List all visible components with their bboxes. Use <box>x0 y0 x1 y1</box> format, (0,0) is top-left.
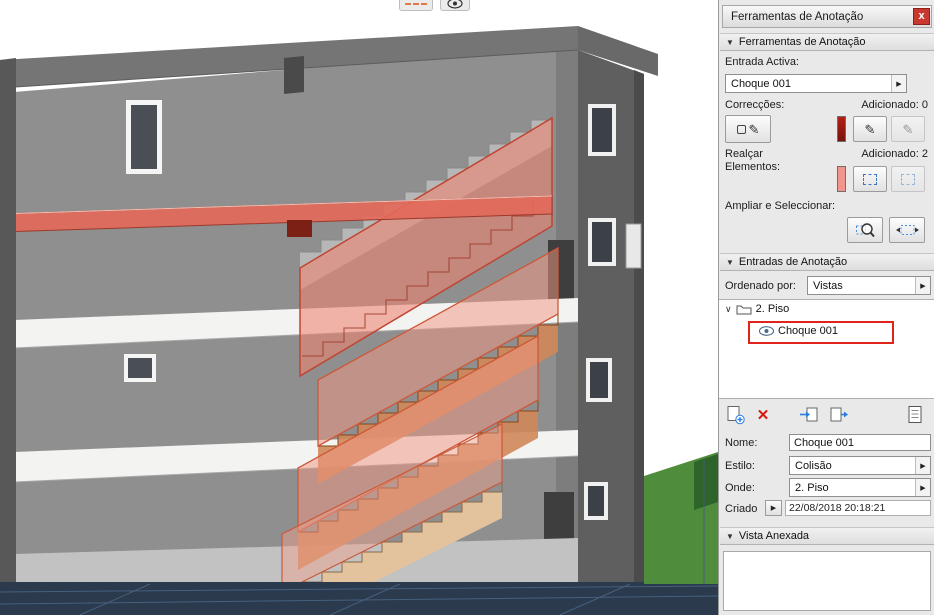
new-entry-button[interactable] <box>723 404 747 426</box>
annotation-tools-palette: Ferramentas de Anotação x ▼ Ferramentas … <box>718 0 934 615</box>
name-label: Nome: <box>725 437 758 449</box>
zoom-to-elements-button[interactable] <box>847 217 883 243</box>
marquee-icon <box>901 173 915 185</box>
where-dropdown[interactable]: 2. Piso ▶ <box>789 478 931 497</box>
magnifier-icon <box>855 222 875 237</box>
active-entry-dropdown[interactable]: Choque 001 ▶ <box>725 74 907 93</box>
section-header-entries-label: Entradas de Anotação <box>738 256 848 268</box>
highlight-marquee-alt-button[interactable] <box>891 166 925 192</box>
section-header-tools-label: Ferramentas de Anotação <box>738 36 866 48</box>
style-value: Colisão <box>795 460 832 472</box>
zoom-select-label: Ampliar e Seleccionar: <box>725 200 836 212</box>
collapse-triangle-icon: ▼ <box>726 37 734 47</box>
dashed-linetype-button[interactable] <box>399 0 433 11</box>
close-icon: x <box>918 10 925 22</box>
section-header-tools[interactable]: ▼ Ferramentas de Anotação <box>720 33 934 51</box>
eye-icon <box>447 0 463 9</box>
corrections-label: Correcções: <box>725 99 785 111</box>
tree-item-entry[interactable]: Choque 001 <box>759 325 838 337</box>
created-value: 22/08/2018 20:18:21 <box>785 500 931 516</box>
delete-icon: ✕ <box>756 406 770 424</box>
highlight-marquee-button[interactable] <box>853 166 887 192</box>
export-entries-button[interactable] <box>827 404 851 426</box>
palette-titlebar[interactable]: Ferramentas de Anotação <box>722 5 932 28</box>
tree-item-floor-label: 2. Piso <box>755 303 790 315</box>
created-popup-button[interactable]: ▶ <box>765 500 782 516</box>
entry-report-button[interactable] <box>903 404 927 426</box>
highlight-label-line2: Elementos: <box>725 161 781 173</box>
popup-arrow-icon: ▶ <box>891 75 906 92</box>
highlight-added-count: Adicionado: 2 <box>861 148 928 160</box>
shape-icon <box>736 124 746 134</box>
tree-item-entry-label: Choque 001 <box>778 325 838 337</box>
export-icon <box>830 407 848 422</box>
3d-viewport[interactable] <box>0 0 719 615</box>
created-label: Criado <box>725 503 758 515</box>
correction-pen-alt-button[interactable]: ✎ <box>891 116 925 142</box>
terrain-ground <box>0 582 719 615</box>
new-entry-icon <box>727 406 745 425</box>
where-value: 2. Piso <box>795 482 829 494</box>
dashes-icon <box>405 2 427 5</box>
section-header-attached-view-label: Vista Anexada <box>738 530 810 542</box>
delete-entry-button[interactable]: ✕ <box>751 404 775 426</box>
section-header-entries[interactable]: ▼ Entradas de Anotação <box>720 253 934 271</box>
import-icon <box>800 407 818 422</box>
palette-title: Ferramentas de Anotação <box>731 10 864 23</box>
pencil-icon: ✎ <box>748 121 760 137</box>
lawn <box>644 452 718 584</box>
sorted-by-value: Vistas <box>813 280 843 292</box>
correction-color-swatch[interactable] <box>837 116 846 142</box>
folder-icon <box>736 305 752 315</box>
name-input[interactable] <box>789 434 931 451</box>
marquee-icon <box>863 173 877 185</box>
popup-arrow-icon: ▶ <box>915 479 930 496</box>
highlight-label-line1: Realçar <box>725 148 763 160</box>
sorted-by-label: Ordenado por: <box>725 280 796 292</box>
import-entries-button[interactable] <box>797 404 821 426</box>
style-label: Estilo: <box>725 460 755 472</box>
marquee-arrows-icon <box>895 225 919 235</box>
pencil-icon: ✎ <box>902 121 914 137</box>
collapse-triangle-icon: ▼ <box>726 257 734 267</box>
popup-arrow-icon: ▶ <box>770 505 777 512</box>
3d-model-scene <box>0 26 719 615</box>
corrections-added-count: Adicionado: 0 <box>861 99 928 111</box>
visibility-button[interactable] <box>440 0 470 11</box>
style-dropdown[interactable]: Colisão ▶ <box>789 456 931 475</box>
where-label: Onde: <box>725 482 755 494</box>
popup-arrow-icon: ▶ <box>915 457 930 474</box>
app-window: Ferramentas de Anotação x ▼ Ferramentas … <box>0 0 934 615</box>
pencil-icon: ✎ <box>864 121 876 137</box>
correction-pen-button[interactable]: ✎ <box>853 116 887 142</box>
popup-arrow-icon: ▶ <box>915 277 930 294</box>
collapse-triangle-icon: ▼ <box>726 531 734 541</box>
close-button[interactable]: x <box>913 8 930 25</box>
attached-view-preview <box>723 551 931 611</box>
entries-tree: ∨ 2. Piso Choque 001 <box>719 299 934 399</box>
chevron-down-icon: ∨ <box>725 303 732 314</box>
active-entry-value: Choque 001 <box>731 78 791 90</box>
active-entry-label: Entrada Activa: <box>725 56 799 68</box>
eye-icon <box>759 326 774 336</box>
document-icon <box>908 406 922 423</box>
select-elements-button[interactable] <box>889 217 925 243</box>
highlight-color-swatch[interactable] <box>837 166 846 192</box>
section-header-attached-view[interactable]: ▼ Vista Anexada <box>720 527 934 545</box>
sorted-by-dropdown[interactable]: Vistas ▶ <box>807 276 931 295</box>
tree-item-floor[interactable]: ∨ 2. Piso <box>725 303 789 315</box>
correction-draw-button[interactable]: ✎ <box>725 115 771 143</box>
